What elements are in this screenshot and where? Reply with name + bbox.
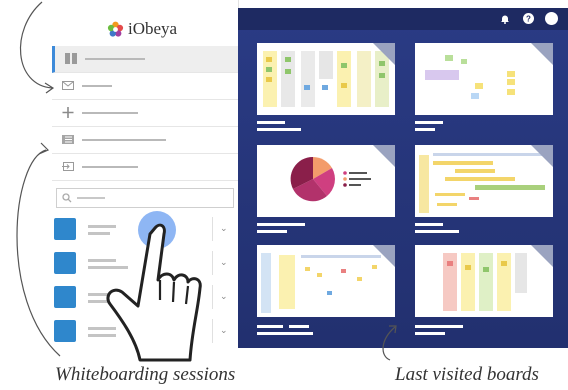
caption-last-visited-boards: Last visited boards [395, 364, 539, 385]
caption-whiteboarding-sessions: Whiteboarding sessions [55, 364, 236, 385]
hand-pointer-icon [106, 223, 202, 362]
annotation-arrows [16, 1, 397, 361]
